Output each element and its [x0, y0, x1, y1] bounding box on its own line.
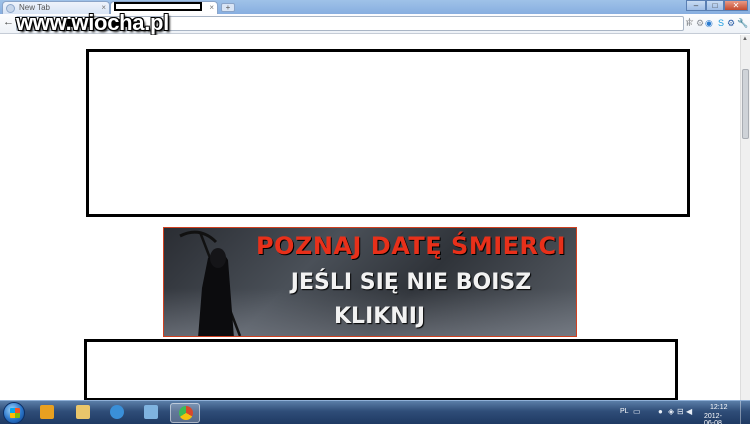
show-desktop-button[interactable]	[740, 401, 750, 425]
vertical-scrollbar[interactable]: ▲	[740, 35, 750, 400]
banner-subline: JEŚLI SIĘ NIE BOISZ	[290, 270, 532, 295]
redacted-box-top	[86, 49, 690, 217]
watermark-logo: www.wiocha.pl	[16, 10, 169, 35]
taskbar-file-explorer[interactable]	[68, 403, 98, 423]
paint-icon	[144, 405, 158, 419]
settings-extension-icon[interactable]: ⚙	[727, 16, 735, 30]
shield-icon[interactable]: ◈	[668, 407, 674, 416]
extension-icon[interactable]: ⚙	[696, 16, 704, 30]
redacted-box-bottom	[84, 339, 678, 401]
lamp-icon[interactable]: ●	[658, 407, 663, 416]
eye-extension-icon[interactable]: ◉	[705, 16, 713, 30]
scroll-up-arrow-icon[interactable]: ▲	[742, 36, 748, 42]
media-player-icon	[40, 405, 54, 419]
scroll-thumb[interactable]	[742, 69, 749, 139]
banner-click-label[interactable]: KLIKNIJ	[334, 304, 425, 329]
chrome-icon	[179, 406, 193, 420]
folder-icon	[76, 405, 90, 419]
taskbar-internet-explorer[interactable]	[102, 403, 132, 423]
network-icon[interactable]: ⊟	[677, 407, 684, 416]
windows-logo-icon	[10, 408, 20, 418]
keyboard-icon[interactable]: ▭	[633, 407, 641, 416]
back-arrow-icon[interactable]: ←	[3, 16, 14, 28]
taskbar-media-player[interactable]	[32, 403, 62, 423]
page-content: POZNAJ DATĘ ŚMIERCI JEŚLI SIĘ NIE BOISZ …	[0, 35, 740, 401]
minimize-button[interactable]: –	[686, 0, 706, 11]
language-indicator[interactable]: PL	[620, 408, 629, 415]
tab-close-icon[interactable]: ×	[209, 2, 214, 14]
wrench-icon[interactable]: 🔧	[737, 16, 748, 30]
clock-time[interactable]: 12:12	[710, 404, 728, 411]
banner-headline: POZNAJ DATĘ ŚMIERCI	[255, 232, 567, 260]
taskbar-paint[interactable]	[136, 403, 166, 423]
new-tab-favicon	[6, 4, 15, 13]
taskbar-chrome[interactable]	[170, 403, 200, 423]
clock-date[interactable]: 2012-06-08	[704, 413, 722, 427]
maximize-button[interactable]: □	[706, 0, 724, 11]
death-date-banner-ad[interactable]: POZNAJ DATĘ ŚMIERCI JEŚLI SIĘ NIE BOISZ …	[163, 227, 577, 337]
start-button[interactable]	[3, 402, 25, 424]
windows-taskbar: PL ▭ ● ◈ ⊟ ◀ 12:12 2012-06-08	[0, 400, 750, 427]
internet-explorer-icon	[110, 405, 124, 419]
grim-reaper-icon	[179, 230, 242, 336]
close-window-button[interactable]: ✕	[724, 0, 748, 11]
volume-icon[interactable]: ◀	[686, 407, 692, 416]
browser-window: New Tab × × + – □ ✕ ← ☆ ıl ⚙ ◉ S ⚙ 🔧 www…	[0, 0, 750, 401]
signal-icon[interactable]: ıl	[686, 16, 691, 30]
skype-icon[interactable]: S	[718, 16, 724, 30]
new-tab-button[interactable]: +	[221, 3, 235, 12]
